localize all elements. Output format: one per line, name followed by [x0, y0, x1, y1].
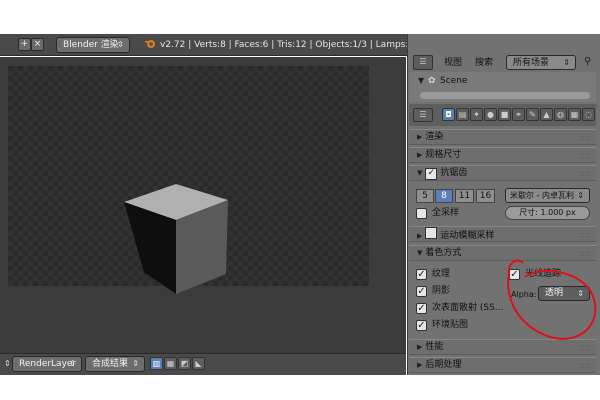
- sss-checkbox[interactable]: ✓: [416, 303, 427, 314]
- grip-icon: ::::: [579, 169, 590, 178]
- grip-icon: ::::: [579, 361, 590, 370]
- blender-logo-icon: [144, 38, 156, 50]
- close-button[interactable]: ×: [31, 38, 44, 51]
- env-map-checkbox[interactable]: ✓: [416, 320, 427, 331]
- section-performance-label: 性能: [425, 342, 444, 352]
- render-tab-icon[interactable]: ◘: [442, 108, 455, 121]
- scene-scope-select[interactable]: 所有场景 ⇕: [506, 55, 576, 70]
- section-post-processing[interactable]: ▶ 后期处理::::: [409, 357, 596, 373]
- updown-icon: ⇕: [563, 58, 570, 67]
- rendered-cube: [124, 184, 228, 294]
- alpha-display-icon[interactable]: ▦: [164, 357, 177, 370]
- section-dimensions[interactable]: ▶ 规格尺寸::::: [409, 147, 596, 163]
- sss-label: 次表面散射 (SS...: [432, 303, 504, 313]
- section-motion-blur[interactable]: ▶ 运动模糊采样::::: [409, 226, 596, 242]
- constraints-tab-icon[interactable]: ⚭: [512, 108, 525, 121]
- scene-icon: ✿: [428, 76, 436, 86]
- outliner-scrollbar[interactable]: [420, 92, 590, 99]
- collapsed-triangle-icon: ▶: [417, 151, 423, 159]
- collapsed-triangle-icon: ▶: [417, 133, 423, 141]
- updown-icon: ⇕: [69, 359, 76, 368]
- physics-tab-icon[interactable]: ◌: [582, 108, 595, 121]
- grip-icon: ::::: [579, 230, 590, 239]
- section-dimensions-label: 规格尺寸: [425, 150, 462, 160]
- updown-icon: ⇕: [577, 191, 584, 200]
- expanded-triangle-icon: ▼: [417, 169, 423, 177]
- rgb-display-icon[interactable]: ▥: [150, 357, 163, 370]
- grip-icon: ::::: [579, 133, 590, 142]
- texture-label: 纹理: [432, 269, 451, 279]
- filter-size-value: 尺寸: 1.000 px: [519, 208, 576, 217]
- full-sample-checkbox[interactable]: [416, 208, 427, 219]
- world-tab-icon[interactable]: ●: [484, 108, 497, 121]
- section-antialias-label: 抗锯齿: [440, 168, 468, 178]
- render-engine-select[interactable]: Blender 渲染 ⇕: [56, 37, 130, 53]
- render-pass-select[interactable]: 合成结果 ⇕: [85, 356, 145, 372]
- render-layer-label: RenderLayer: [19, 359, 77, 369]
- object-tab-icon[interactable]: ■: [498, 108, 511, 121]
- material-tab-icon[interactable]: ◍: [554, 108, 567, 121]
- aa-samples-8-button[interactable]: 8: [435, 189, 453, 203]
- render-engine-label: Blender 渲染: [63, 40, 119, 50]
- aa-filter-select[interactable]: 米歇尔 - 内卓瓦利 ⇕: [505, 188, 590, 203]
- aa-samples-5-button[interactable]: 5: [416, 189, 434, 203]
- render-layer-select[interactable]: RenderLayer ⇕: [12, 356, 82, 372]
- aa-filter-label: 米歇尔 - 内卓瓦利: [510, 191, 574, 200]
- env-map-label: 环境贴图: [432, 320, 469, 330]
- render-pass-label: 合成结果: [92, 359, 129, 369]
- view-menu[interactable]: 视图: [444, 57, 462, 69]
- section-render[interactable]: ▶ 渲染::::: [409, 129, 596, 145]
- collapsed-triangle-icon: ▶: [417, 343, 423, 351]
- full-sample-label: 全采样: [432, 208, 460, 218]
- red-circle-annotation: [507, 259, 597, 340]
- texture-tab-icon[interactable]: ▦: [568, 108, 581, 121]
- antialias-check-icon[interactable]: ✓: [425, 168, 438, 180]
- section-post-processing-label: 后期处理: [425, 360, 462, 370]
- search-menu[interactable]: 搜索: [475, 57, 493, 69]
- scene-scope-label: 所有场景: [513, 58, 550, 68]
- scene-tab-icon[interactable]: ✦: [470, 108, 483, 121]
- section-motion-blur-label: 运动模糊采样: [440, 231, 495, 241]
- editor-type-icon[interactable]: ☰: [413, 108, 433, 122]
- editor-type-icon[interactable]: ☰: [413, 55, 433, 70]
- outliner-scene-item[interactable]: Scene: [440, 75, 467, 87]
- updown-icon[interactable]: ⇕: [4, 359, 11, 368]
- aa-samples-11-button[interactable]: 11: [455, 189, 474, 203]
- updown-icon: ⇕: [132, 359, 139, 368]
- search-icon[interactable]: ⚲: [584, 56, 596, 69]
- aa-samples-16-button[interactable]: 16: [476, 189, 495, 203]
- expanded-triangle-icon: ▼: [417, 249, 423, 257]
- layers-tab-icon[interactable]: ▤: [456, 108, 469, 121]
- data-tab-icon[interactable]: ▲: [540, 108, 553, 121]
- filter-size-field[interactable]: 尺寸: 1.000 px: [505, 206, 590, 220]
- collapsed-triangle-icon: ▶: [417, 361, 423, 369]
- section-render-label: 渲染: [425, 132, 444, 142]
- zbuffer-display-icon[interactable]: ◩: [178, 357, 191, 370]
- texture-checkbox[interactable]: ✓: [416, 269, 427, 280]
- motion-blur-checkbox[interactable]: [425, 227, 438, 239]
- collapsed-triangle-icon: ▶: [417, 232, 423, 240]
- modifiers-tab-icon[interactable]: ✎: [526, 108, 539, 121]
- expand-triangle-icon[interactable]: ▼: [418, 76, 424, 85]
- maximize-button[interactable]: +: [18, 38, 31, 51]
- below-window-area: [0, 375, 600, 400]
- shadow-checkbox[interactable]: ✓: [416, 286, 427, 297]
- updown-icon: ⇕: [117, 40, 124, 49]
- shadow-label: 阴影: [432, 286, 451, 296]
- grip-icon: ::::: [579, 151, 590, 160]
- section-antialias[interactable]: ▼ ✓ 抗锯齿::::: [409, 165, 596, 181]
- pin-icon[interactable]: ◣: [192, 357, 205, 370]
- section-shading-label: 着色方式: [425, 248, 462, 258]
